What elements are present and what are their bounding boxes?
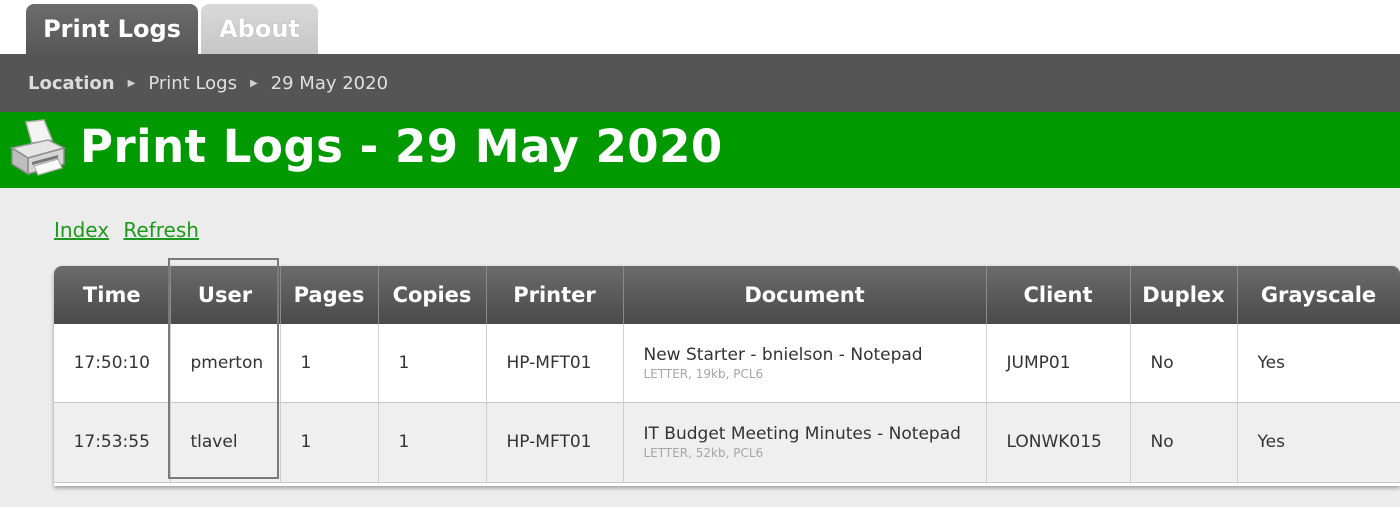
column-header-printer[interactable]: Printer xyxy=(486,266,624,324)
tab-label: Print Logs xyxy=(43,15,181,43)
cell-pages: 1 xyxy=(280,402,379,483)
chevron-right-icon: ▶ xyxy=(127,77,136,89)
page-title: Print Logs - 29 May 2020 xyxy=(80,120,723,173)
tab-about[interactable]: About xyxy=(201,4,318,54)
cell-time: 17:50:10 xyxy=(54,324,171,403)
breadcrumb-print-logs[interactable]: Print Logs xyxy=(148,73,237,94)
breadcrumb: Location ▶ Print Logs ▶ 29 May 2020 xyxy=(0,54,1400,112)
action-links: Index Refresh xyxy=(54,218,207,242)
tab-bar: Print Logs About xyxy=(0,0,1400,54)
cell-user: pmerton xyxy=(170,324,281,403)
document-meta: LETTER, 19kb, PCL6 xyxy=(643,366,764,381)
column-header-document[interactable]: Document xyxy=(623,266,987,324)
column-header-client[interactable]: Client xyxy=(986,266,1131,324)
page-header: Print Logs - 29 May 2020 xyxy=(0,112,1400,188)
cell-grayscale: Yes xyxy=(1237,324,1400,403)
index-link[interactable]: Index xyxy=(54,218,109,242)
refresh-link[interactable]: Refresh xyxy=(123,218,199,242)
breadcrumb-location[interactable]: Location xyxy=(28,73,115,94)
column-header-copies[interactable]: Copies xyxy=(378,266,487,324)
cell-client: LONWK015 xyxy=(986,402,1131,483)
cell-copies: 1 xyxy=(378,324,487,403)
column-header-grayscale[interactable]: Grayscale xyxy=(1237,266,1400,324)
cell-grayscale: Yes xyxy=(1237,402,1400,483)
print-log-table: Time User Pages Copies Printer Document … xyxy=(54,266,1400,486)
cell-duplex: No xyxy=(1130,324,1238,403)
cell-client: JUMP01 xyxy=(986,324,1131,403)
document-name: IT Budget Meeting Minutes - Notepad xyxy=(643,424,961,444)
column-header-duplex[interactable]: Duplex xyxy=(1130,266,1238,324)
tab-print-logs[interactable]: Print Logs xyxy=(26,4,198,54)
cell-duplex: No xyxy=(1130,402,1238,483)
column-header-pages[interactable]: Pages xyxy=(280,266,379,324)
column-header-user[interactable]: User xyxy=(170,266,281,324)
table-row: 17:53:55 tlavel 1 1 HP-MFT01 IT Budget M… xyxy=(54,402,1400,483)
tab-label: About xyxy=(219,15,300,43)
cell-document: IT Budget Meeting Minutes - Notepad LETT… xyxy=(623,402,987,483)
cell-document: New Starter - bnielson - Notepad LETTER,… xyxy=(623,324,987,403)
chevron-right-icon: ▶ xyxy=(249,77,258,89)
printer-icon xyxy=(10,119,67,176)
cell-copies: 1 xyxy=(378,402,487,483)
cell-time: 17:53:55 xyxy=(54,402,171,483)
cell-pages: 1 xyxy=(280,324,379,403)
table-row: 17:50:10 pmerton 1 1 HP-MFT01 New Starte… xyxy=(54,324,1400,403)
cell-printer: HP-MFT01 xyxy=(486,324,624,403)
column-header-time[interactable]: Time xyxy=(54,266,171,324)
cell-user: tlavel xyxy=(170,402,281,483)
cell-printer: HP-MFT01 xyxy=(486,402,624,483)
document-name: New Starter - bnielson - Notepad xyxy=(643,344,923,365)
table-header-row: Time User Pages Copies Printer Document … xyxy=(54,266,1400,324)
breadcrumb-date: 29 May 2020 xyxy=(270,72,389,94)
document-meta: LETTER, 52kb, PCL6 xyxy=(643,446,764,460)
